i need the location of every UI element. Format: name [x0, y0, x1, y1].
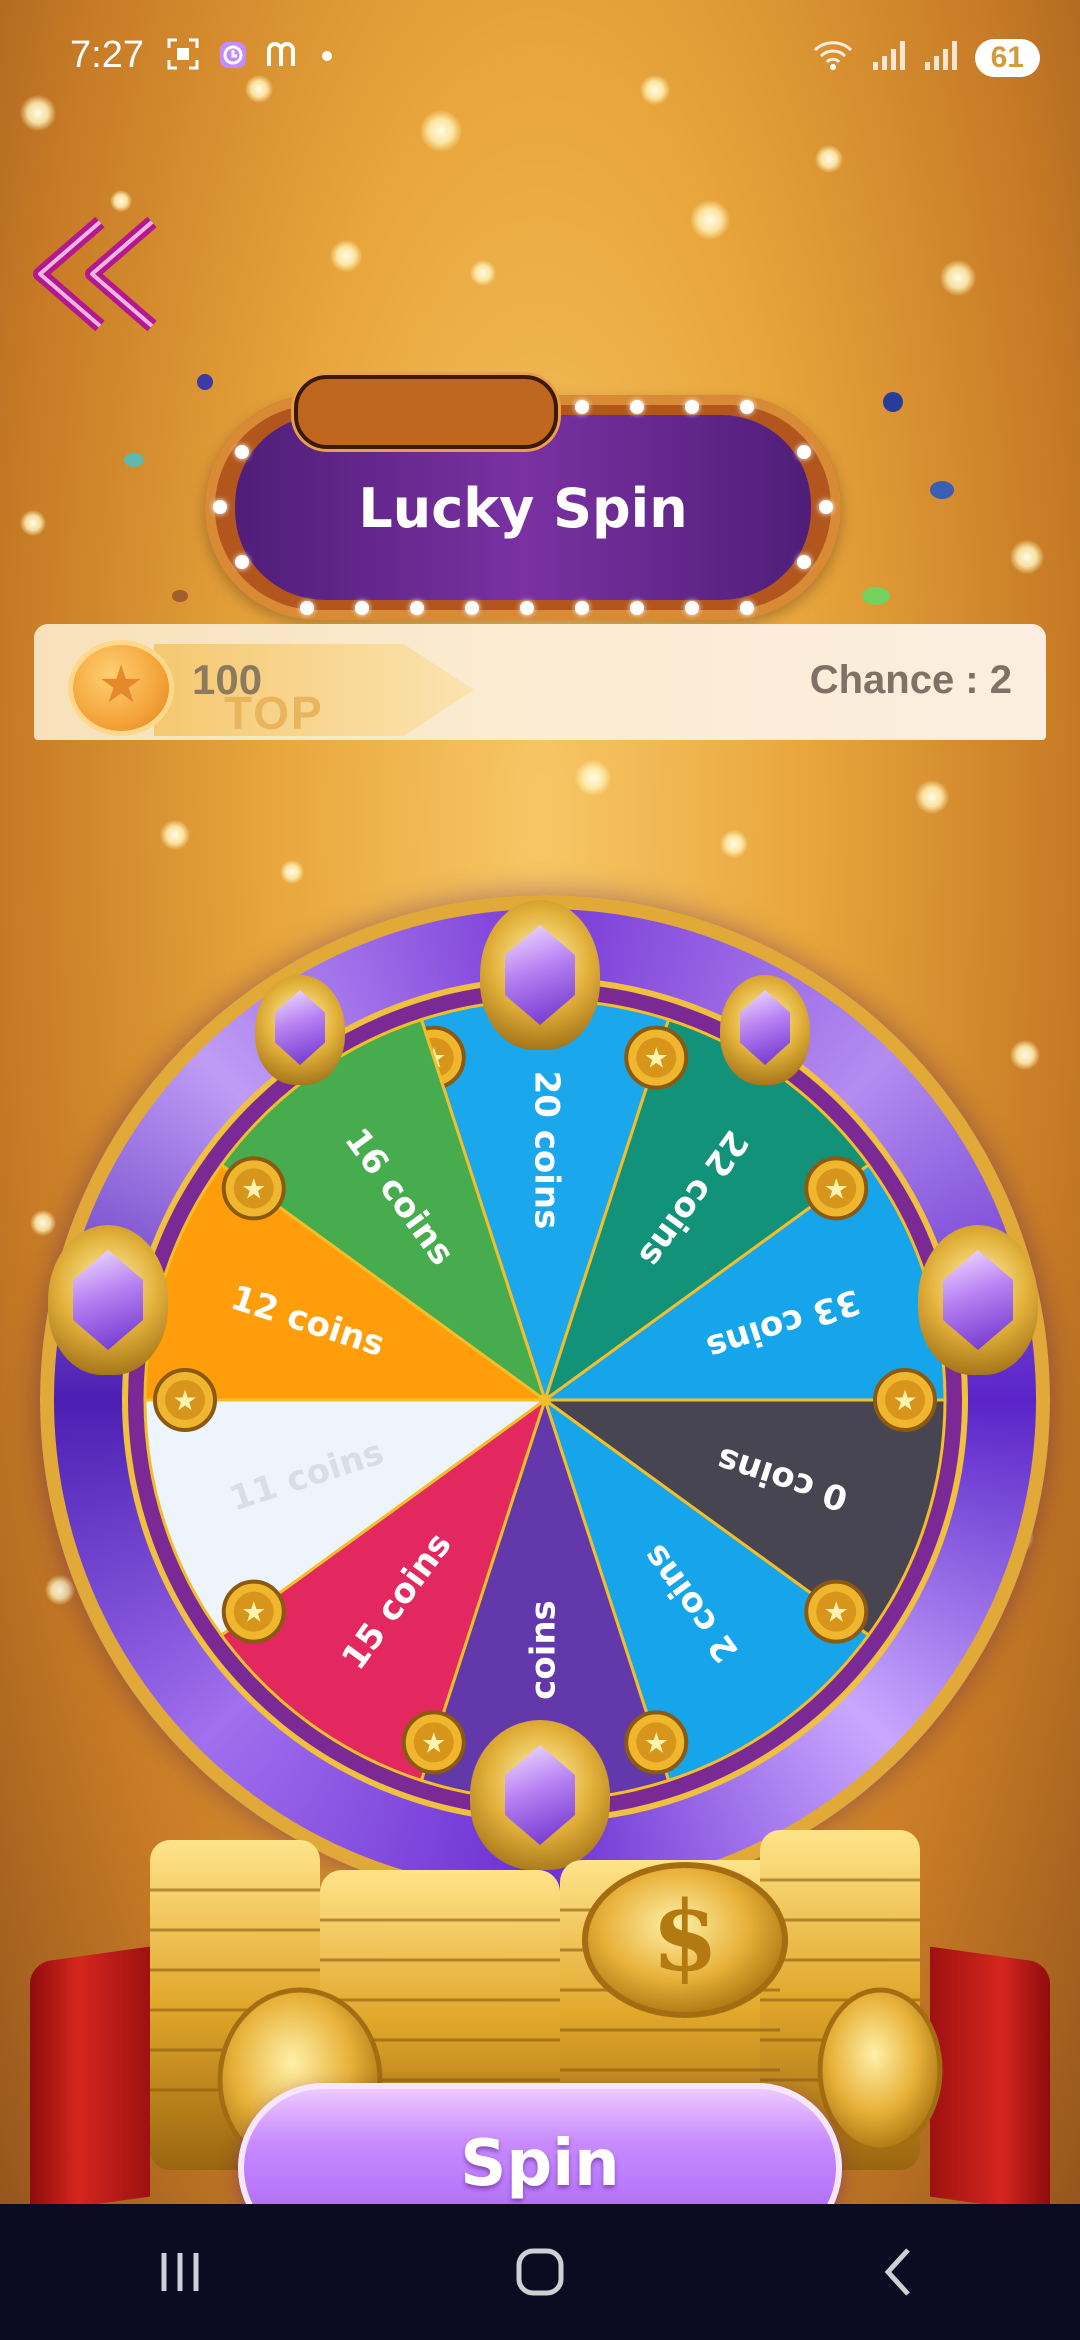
coin-marker-icon: ★	[804, 1579, 869, 1644]
svg-text:★: ★	[824, 1172, 849, 1205]
svg-text:★: ★	[824, 1596, 849, 1629]
info-bar: TOP ★ 100 Chance : 2	[34, 624, 1046, 740]
signal-icon	[871, 36, 907, 80]
back-button[interactable]	[30, 214, 170, 334]
coin-marker-icon: ★	[624, 1025, 689, 1090]
wheel-segment-label: coins	[524, 1600, 564, 1700]
recents-icon	[161, 2253, 199, 2291]
title-tab-decoration	[294, 375, 558, 449]
screenshot-icon	[165, 36, 201, 80]
dot-icon	[319, 36, 335, 80]
coin-marker-icon: ★	[221, 1579, 286, 1644]
coin-balance: 100	[192, 656, 263, 703]
alarm-icon	[215, 36, 251, 80]
wheel-hub	[539, 1394, 551, 1406]
nav-recents-button[interactable]	[110, 2222, 250, 2322]
home-icon	[516, 2248, 564, 2296]
wifi-icon	[811, 36, 855, 80]
svg-text:★: ★	[241, 1596, 266, 1629]
system-nav-bar	[0, 2204, 1080, 2340]
nav-back-button[interactable]	[830, 2222, 970, 2322]
coin-marker-icon: ★	[221, 1156, 286, 1221]
signal-icon	[923, 36, 959, 80]
svg-text:★: ★	[172, 1384, 197, 1417]
double-chevron-left-icon	[33, 216, 157, 332]
nav-home-button[interactable]	[470, 2222, 610, 2322]
wheel-segment-label: 20 coins	[527, 1071, 567, 1230]
svg-text:$: $	[652, 1880, 719, 1993]
svg-text:★: ★	[421, 1726, 446, 1759]
coin-marker-icon: ★	[401, 1710, 466, 1775]
back-icon	[884, 2248, 910, 2296]
m-app-icon	[265, 36, 305, 80]
coin-marker-icon: ★	[153, 1368, 217, 1432]
prize-wheel[interactable]: ★20 coins★22 coins★33 coins★0 coins★2 co…	[138, 993, 952, 1807]
svg-text:★: ★	[644, 1726, 669, 1759]
svg-text:★: ★	[892, 1384, 917, 1417]
page-title: Lucky Spin	[358, 477, 688, 540]
svg-text:★: ★	[644, 1042, 669, 1075]
status-bar: 7:27 61	[0, 0, 1080, 118]
status-time: 7:27	[70, 34, 144, 76]
battery-icon: 61	[974, 39, 1040, 77]
coin-marker-icon: ★	[873, 1368, 937, 1432]
svg-text:★: ★	[241, 1172, 266, 1205]
coin-balance-icon: ★	[68, 640, 174, 736]
coin-marker-icon: ★	[804, 1156, 869, 1221]
chance-counter: Chance : 2	[809, 658, 1012, 702]
coin-marker-icon: ★	[624, 1710, 689, 1775]
